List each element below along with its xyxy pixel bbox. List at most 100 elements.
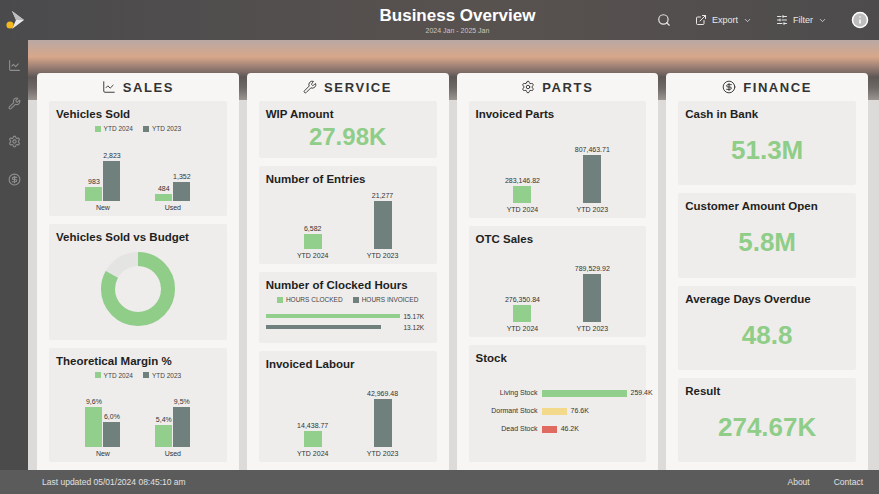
section-column: PARTSInvoiced Parts283,146.82YTD 2024807… <box>457 73 659 470</box>
stock-row: 76.6K <box>542 407 653 416</box>
chart-legend: YTD 2024YTD 2023 <box>56 372 220 379</box>
legend-item: YTD 2023 <box>143 372 181 379</box>
bar-value: 807,463.71 <box>575 146 610 153</box>
bar-category: New <box>96 204 110 211</box>
wrench-icon <box>303 80 317 94</box>
kpi-value: 27.98K <box>266 121 430 153</box>
sidebar-item[interactable] <box>8 173 21 186</box>
chevron-down-icon <box>818 16 827 25</box>
bar-value: 42,969.48 <box>367 390 398 397</box>
bar <box>304 234 322 249</box>
bar-category: YTD 2024 <box>297 252 329 259</box>
metric-card: Number of Clocked HoursHOURS CLOCKEDHOUR… <box>259 272 437 343</box>
card-title: Invoiced Labour <box>266 357 430 371</box>
page-title: Business Overview <box>380 6 536 26</box>
stock-row: 259.4K <box>542 389 653 398</box>
kpi-value: 5.8M <box>685 213 849 272</box>
top-bar: Business Overview2024 Jan - 2025 Jan Expo… <box>0 0 879 40</box>
bar-chart: 9,6%6,0%New5,4%9,5%Used <box>56 379 220 457</box>
bar-category: YTD 2024 <box>297 450 329 457</box>
metric-card: Theoretical Margin %YTD 2024YTD 20239,6%… <box>49 348 227 462</box>
wrench-icon <box>8 97 21 110</box>
sidebar-item[interactable] <box>8 59 21 72</box>
bar-column: 484 <box>155 185 173 201</box>
bar <box>85 187 102 201</box>
bar <box>583 155 601 203</box>
line-chart-icon <box>8 59 21 72</box>
legend-swatch <box>95 126 101 132</box>
bar-value: 276,350.84 <box>505 296 540 303</box>
card-title: Invoiced Parts <box>476 107 640 121</box>
footer-link[interactable]: Contact <box>834 477 863 487</box>
content: SALESVehicles SoldYTD 2024YTD 20239832,8… <box>28 40 879 470</box>
legend-swatch <box>143 126 149 132</box>
bar-category: YTD 2024 <box>507 206 539 213</box>
bar-column: 983 <box>85 178 103 201</box>
bar <box>513 305 531 322</box>
bar-category: Used <box>165 450 181 457</box>
dollar-icon <box>8 173 21 186</box>
bar-column: 6,582YTD 2024 <box>288 225 338 259</box>
section-header: SERVICE <box>259 73 437 101</box>
stock-label: Living Stock <box>476 389 538 398</box>
legend-item: HOURS INVOICED <box>353 296 419 303</box>
metric-card: StockLiving Stock259.4KDormant Stock76.6… <box>469 345 647 462</box>
bar-chart: 283,146.82YTD 2024807,463.71YTD 2023 <box>476 121 640 213</box>
stock-value: 259.4K <box>631 389 653 396</box>
info-button[interactable] <box>851 11 869 29</box>
bar-chart: 9832,823New4841,352Used <box>56 132 220 211</box>
card-title: Customer Amount Open <box>685 199 849 213</box>
stock-bar <box>542 390 627 397</box>
search-icon <box>657 13 671 27</box>
export-button[interactable]: Export <box>695 14 752 26</box>
bar-group: 5,4%9,5%Used <box>155 398 191 457</box>
metric-card: WIP Amount27.98K <box>259 101 437 158</box>
title-block: Business Overview2024 Jan - 2025 Jan <box>380 6 536 35</box>
legend-item: YTD 2024 <box>95 125 133 132</box>
kpi-value: 274.67K <box>685 398 849 457</box>
bar-value: 2,823 <box>103 152 121 159</box>
stock-label: Dead Stock <box>476 425 538 434</box>
stock-bar <box>542 426 557 433</box>
bar <box>85 407 102 447</box>
hbar <box>266 314 400 318</box>
bar-value: 484 <box>158 185 170 192</box>
legend-item: HOURS CLOCKED <box>277 296 343 303</box>
sidebar-item[interactable] <box>8 135 21 148</box>
line-chart-icon <box>102 80 116 94</box>
metric-card: Invoiced Parts283,146.82YTD 2024807,463.… <box>469 101 647 218</box>
bar <box>103 422 120 447</box>
bar <box>374 201 392 249</box>
bar-column: 42,969.48YTD 2023 <box>358 390 408 457</box>
metric-card: Customer Amount Open5.8M <box>678 193 856 277</box>
footer: Last updated 05/01/2024 08:45:10 amAbout… <box>0 470 879 494</box>
bar-column: 14,438.77 YTD 2024 <box>288 422 338 457</box>
stock-value: 76.6K <box>571 407 589 414</box>
bar <box>374 399 392 447</box>
metric-card: OTC Sales276,350.84YTD 2024789,529.92YTD… <box>469 226 647 337</box>
metric-card: Vehicles Sold YTD 2024YTD 2023 983 2,823 New… <box>49 101 227 216</box>
search-button[interactable] <box>657 13 671 27</box>
bar <box>155 425 172 448</box>
bar-value: 5,4% <box>156 416 172 423</box>
hbar-value: 13.12K <box>404 324 430 331</box>
chart-legend: YTD 2024YTD 2023 <box>56 125 220 132</box>
legend-swatch <box>277 297 283 303</box>
bar-column: 6,0% <box>103 413 121 447</box>
gear-icon <box>8 135 21 148</box>
section-column: SALESVehicles SoldYTD 2024YTD 20239832,8… <box>37 73 239 470</box>
legend-swatch <box>95 372 101 378</box>
metric-card: Vehicles Sold vs Budget <box>49 224 227 340</box>
bar-category: YTD 2024 <box>507 325 539 332</box>
bar-category: YTD 2023 <box>367 252 399 259</box>
bar-column: 789,529.92YTD 2023 <box>567 265 617 332</box>
card-title: Vehicles Sold <box>56 107 220 121</box>
bar <box>103 161 120 201</box>
bar-value: 14,438.77 <box>297 422 328 429</box>
card-title: Cash in Bank <box>685 107 849 121</box>
filter-button[interactable]: Filter <box>776 14 827 26</box>
sidebar-item[interactable] <box>8 97 21 110</box>
sidebar <box>0 40 28 470</box>
footer-link[interactable]: About <box>787 477 809 487</box>
bar-value: 1,352 <box>173 173 191 180</box>
